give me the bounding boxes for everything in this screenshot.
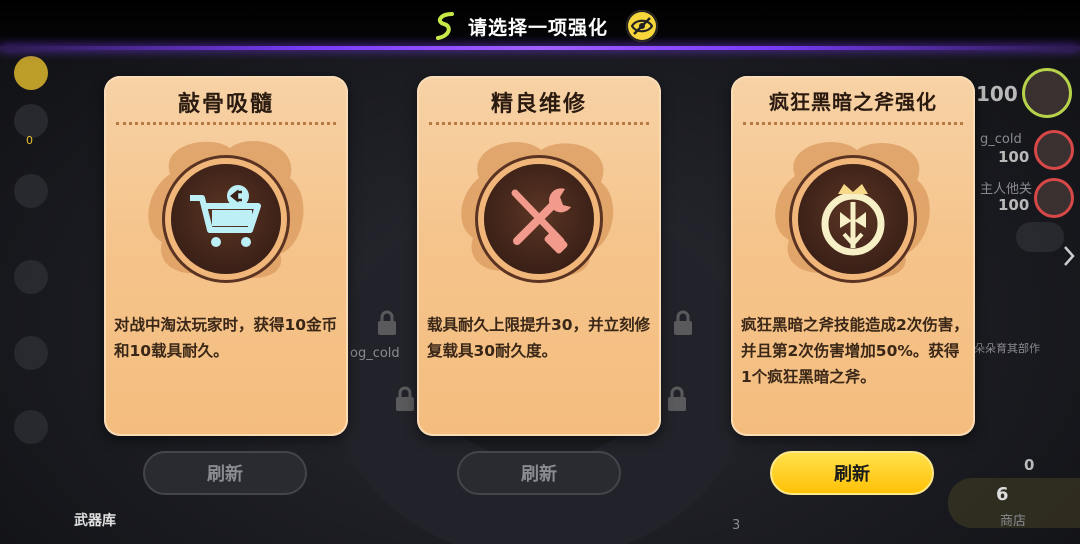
player2-score: 100 — [998, 148, 1030, 166]
upgrade-card[interactable]: 疯狂黑暗之斧强化 疯狂黑暗之斧技能造成2次伤害，并且第2次伤害增加50%。获得1… — [731, 76, 975, 436]
bg-player-name: og_cold — [350, 346, 400, 361]
chat-button[interactable] — [14, 260, 48, 294]
player3-avatar — [1034, 178, 1074, 218]
game-screen: og_cold 0 武器库 3 100 g_cold 100 主人他关 100 … — [0, 0, 1080, 544]
chevron-right-icon[interactable] — [1062, 244, 1076, 268]
page-title: 请选择一项强化 — [468, 16, 609, 39]
header: 请选择一项强化 — [432, 6, 659, 46]
upgrade-card[interactable]: 精良维修 载具耐久上限提升30，并立刻修复载具30耐久度。 — [417, 76, 661, 436]
hide-cards-button[interactable] — [626, 10, 659, 42]
card-title: 疯狂黑暗之斧强化 — [769, 90, 937, 114]
card-description: 疯狂黑暗之斧技能造成2次伤害，并且第2次伤害增加50%。获得1个疯狂黑暗之斧。 — [741, 316, 969, 386]
card-divider — [429, 122, 649, 125]
lock-icon — [668, 386, 686, 411]
vehicle-button[interactable] — [14, 410, 48, 444]
lock-icon — [378, 310, 396, 335]
top-accent-line — [0, 46, 1080, 50]
card-emblem — [798, 164, 908, 274]
left-hud-counter: 0 — [26, 134, 33, 147]
left-hud-button[interactable] — [14, 174, 48, 208]
bottom-number: 3 — [732, 518, 741, 533]
crowned-axe-emblem-icon — [821, 184, 885, 256]
list-menu-button[interactable] — [1016, 222, 1064, 252]
left-hud-button[interactable] — [14, 104, 48, 138]
player-score: 100 — [976, 82, 1018, 106]
card-divider — [116, 122, 336, 125]
card-emblem — [171, 164, 281, 274]
player2-name: g_cold — [980, 132, 1022, 147]
left-hud-button[interactable] — [14, 56, 48, 90]
kills-count: 0 — [1024, 456, 1035, 474]
upgrade-card[interactable]: 敲骨吸髓 对战中淘汰玩家时，获得10金币和10载具耐久。 — [104, 76, 348, 436]
player2-avatar — [1034, 130, 1074, 170]
refresh-button[interactable]: 刷新 — [770, 451, 934, 495]
card-emblem — [484, 164, 594, 274]
card-description: 对战中淘汰玩家时，获得10金币和10载具耐久。 — [114, 316, 338, 360]
bg-group-name: 朵朵育其部作 — [974, 342, 1040, 355]
arsenal-label[interactable]: 武器库 — [74, 510, 116, 530]
wrench-screwdriver-icon — [511, 188, 571, 254]
player3-score: 100 — [998, 196, 1030, 214]
swirl-icon — [436, 12, 454, 40]
player-avatar — [1022, 68, 1072, 118]
lock-icon — [674, 310, 692, 335]
left-hud-button[interactable] — [14, 336, 48, 370]
refresh-button[interactable]: 刷新 — [457, 451, 621, 495]
shopping-cart-icon — [190, 185, 261, 247]
eye-slash-icon — [631, 17, 654, 35]
coin-count: 6 — [996, 484, 1009, 505]
refresh-button[interactable]: 刷新 — [143, 451, 307, 495]
card-title: 精良维修 — [490, 92, 587, 117]
refresh-label: 刷新 — [207, 464, 243, 485]
shop-label[interactable]: 商店 — [1000, 510, 1026, 529]
card-divider — [743, 122, 963, 125]
card-title: 敲骨吸髓 — [177, 92, 274, 117]
refresh-label: 刷新 — [521, 464, 557, 485]
player3-name: 主人他关 — [980, 182, 1033, 197]
lock-icon — [396, 386, 414, 411]
refresh-label: 刷新 — [834, 464, 870, 485]
card-description: 载具耐久上限提升30，并立刻修复载具30耐久度。 — [427, 316, 651, 360]
